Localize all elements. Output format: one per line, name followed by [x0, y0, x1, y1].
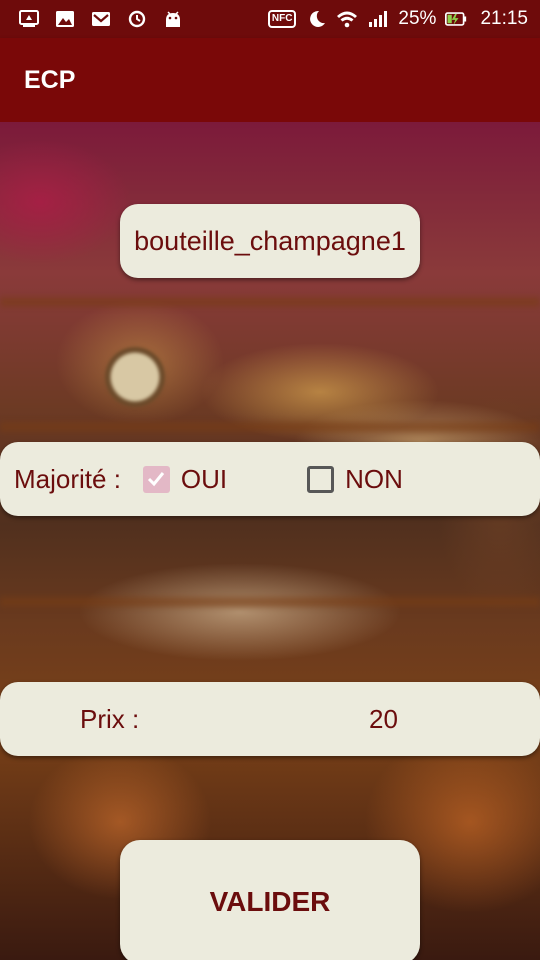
screen-mirror-icon: [18, 9, 40, 29]
battery-charging-icon: [445, 9, 467, 29]
wifi-icon: [336, 9, 358, 29]
battery-percentage: 25%: [398, 8, 437, 29]
background-shelf: [0, 597, 540, 607]
sync-icon: [126, 9, 148, 29]
bar-background: bouteille_champagne1 Majorité : OUI NON …: [0, 122, 540, 960]
gmail-icon: [90, 9, 112, 29]
majority-yes-label: OUI: [180, 463, 228, 494]
system-icons: NFC 25% 21:15: [267, 8, 528, 30]
price-row: Prix : 20: [0, 682, 540, 756]
clock: 21:15: [480, 8, 528, 29]
product-name-field[interactable]: bouteille_champagne1: [120, 204, 420, 278]
background-shelf: [0, 422, 540, 432]
app-bar: ECP: [0, 38, 540, 122]
checkbox-checked-icon[interactable]: [142, 465, 170, 493]
background-shelf: [0, 297, 540, 307]
android-icon: [162, 9, 184, 29]
app-title: ECP: [24, 65, 76, 94]
nfc-icon: NFC: [267, 10, 297, 28]
status-bar: NFC 25% 21:15: [0, 0, 540, 38]
majority-yes-option[interactable]: OUI: [142, 463, 228, 495]
product-name-text: bouteille_champagne1: [134, 225, 406, 256]
signal-icon: [367, 9, 389, 29]
image-icon: [54, 9, 76, 29]
majority-row: Majorité : OUI NON: [0, 442, 540, 516]
moon-icon: [305, 9, 327, 29]
background-clock: [105, 347, 165, 407]
majority-label: Majorité :: [14, 463, 121, 494]
price-field[interactable]: 20: [369, 704, 398, 735]
checkbox-unchecked-icon[interactable]: [307, 465, 335, 493]
majority-no-option[interactable]: NON: [307, 464, 403, 495]
majority-no-label: NON: [345, 463, 403, 494]
validate-button[interactable]: VALIDER: [120, 840, 420, 960]
notification-icons: [18, 9, 184, 29]
price-label: Prix :: [80, 703, 140, 734]
